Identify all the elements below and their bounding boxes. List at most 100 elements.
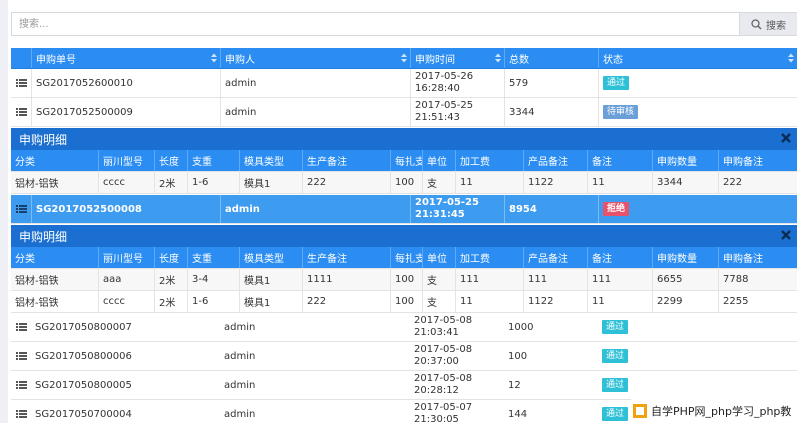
column-header-applicant[interactable]: 申购人 — [220, 48, 410, 68]
detail-cell: 2255 — [718, 291, 797, 312]
watermark-text: 自学PHP网_php学习_php教 — [651, 404, 792, 418]
order-time: 2017-05-08 20:37:00 — [414, 344, 473, 367]
status-badge: 通过 — [602, 320, 629, 334]
order-time: 2017-05-25 21:31:45 — [410, 195, 504, 223]
applicant: admin — [220, 195, 410, 223]
detail-cell: 2米 — [154, 291, 187, 312]
order-total: 8954 — [504, 195, 598, 223]
sort-icon[interactable] — [401, 53, 407, 63]
list-icon[interactable] — [15, 351, 27, 361]
detail-cell: 11 — [455, 172, 523, 193]
detail-cell: 100 — [390, 291, 422, 312]
orders-table-header: 申购单号 申购人 申购时间 总数 状态 — [11, 48, 797, 69]
detail-panel-title: 申购明细 — [11, 225, 797, 247]
order-total: 3344 — [504, 98, 598, 126]
column-header-total[interactable]: 总数 — [504, 48, 598, 68]
list-icon[interactable] — [15, 322, 27, 332]
list-icon[interactable] — [15, 107, 27, 117]
table-row[interactable]: SG2017052600010 admin 2017-05-26 16:28:40… — [11, 69, 797, 98]
detail-column-header: 加工费 — [455, 150, 523, 171]
close-icon[interactable] — [780, 132, 792, 144]
close-icon[interactable] — [780, 229, 792, 241]
detail-column-header: 单位 — [422, 247, 455, 268]
table-row[interactable]: SG2017050800007 admin 2017-05-08 21:03:41 10… — [11, 313, 797, 342]
detail-column-header: 模具类型 — [239, 247, 302, 268]
search-button-label: 搜索 — [766, 20, 786, 32]
sort-icon[interactable] — [788, 53, 794, 63]
list-icon[interactable] — [15, 204, 27, 214]
detail-cell: 7788 — [718, 269, 797, 290]
detail-cell: 11 — [455, 291, 523, 312]
detail-cell: cccc — [98, 172, 154, 193]
detail-column-header: 申购备注 — [718, 247, 797, 268]
list-icon[interactable] — [15, 78, 27, 88]
detail-cell: 100 — [390, 172, 422, 193]
order-id: SG2017052600010 — [31, 69, 220, 97]
detail-column-header: 产品备注 — [523, 247, 587, 268]
detail-cell: 支 — [422, 269, 455, 290]
detail-panel-title: 申购明细 — [11, 128, 797, 150]
order-total: 579 — [504, 69, 598, 97]
list-icon[interactable] — [15, 380, 27, 390]
detail-column-header: 生产备注 — [302, 150, 390, 171]
order-total: 12 — [508, 379, 521, 391]
detail-cell: 100 — [390, 269, 422, 290]
table-row[interactable]: SG2017052500009 admin 2017-05-25 21:51:43… — [11, 98, 797, 127]
detail-table-header: 分类 丽川型号长度支重模具类型生产备注每扎支数单位加工费产品备注备注申购数量申购备… — [11, 247, 797, 269]
detail-cell: cccc — [98, 291, 154, 312]
applicant: admin — [220, 69, 410, 97]
search-bar: 搜索 — [11, 12, 797, 36]
sort-icon[interactable] — [495, 53, 501, 63]
detail-cell: 3-4 — [187, 269, 239, 290]
order-time: 2017-05-26 16:28:40 — [410, 69, 504, 97]
detail-cell: 模具1 — [239, 269, 302, 290]
detail-column-header: 支重 — [187, 247, 239, 268]
detail-column-header: 模具类型 — [239, 150, 302, 171]
table-row[interactable]: SG2017050800005 admin 2017-05-08 20:28:12 12… — [11, 371, 797, 400]
detail-column-header: 长度 — [154, 247, 187, 268]
detail-column-header: 单位 — [422, 150, 455, 171]
detail-row: 铝材-铝铁 cccc 2米 1-6 模具1 222 100 支 11 1122 11 3344 222 — [11, 172, 797, 194]
status-badge: 拒绝 — [603, 202, 630, 216]
detail-cell: 铝材-铝铁 — [15, 276, 59, 287]
detail-column-header: 丽川型号 — [98, 247, 154, 268]
detail-cell: 模具1 — [239, 291, 302, 312]
order-id: SG2017050800006 — [35, 350, 132, 362]
order-total: 1000 — [508, 321, 534, 333]
status-badge: 通过 — [602, 407, 629, 421]
detail-cell: 2米 — [154, 269, 187, 290]
applicant: admin — [224, 379, 256, 391]
detail-cell: 铝材-铝铁 — [15, 179, 59, 190]
column-header-order-no[interactable]: 申购单号 — [31, 48, 220, 68]
detail-row: 铝材-铝铁 aaa 2米 3-4 模具1 1111 100 支 111 111 111 6655 778… — [11, 269, 797, 291]
detail-column-header: 产品备注 — [523, 150, 587, 171]
applicant: admin — [224, 350, 256, 362]
detail-cell: 铝材-铝铁 — [15, 298, 59, 309]
detail-cell: 222 — [302, 172, 390, 193]
order-id: SG2017050700004 — [35, 408, 132, 420]
detail-cell: 222 — [302, 291, 390, 312]
detail-cell: aaa — [98, 269, 154, 290]
detail-cell: 222 — [718, 172, 797, 193]
list-icon[interactable] — [15, 409, 27, 419]
detail-column-header: 分类 — [15, 254, 35, 265]
detail-cell: 1122 — [523, 172, 587, 193]
detail-column-header: 备注 — [587, 247, 652, 268]
order-time: 2017-05-08 20:28:12 — [414, 373, 473, 396]
detail-cell: 11 — [587, 172, 652, 193]
table-row-selected[interactable]: SG2017052500008 admin 2017-05-25 21:31:45… — [11, 195, 797, 224]
status-badge: 通过 — [603, 76, 630, 90]
search-input[interactable] — [12, 13, 738, 35]
column-header-time[interactable]: 申购时间 — [410, 48, 504, 68]
table-row[interactable]: SG2017050800006 admin 2017-05-08 20:37:00 10… — [11, 342, 797, 371]
detail-column-header: 申购数量 — [652, 150, 718, 171]
detail-cell: 模具1 — [239, 172, 302, 193]
detail-cell: 111 — [523, 269, 587, 290]
order-time: 2017-05-25 21:51:43 — [410, 98, 504, 126]
column-header-status[interactable]: 状态 — [598, 48, 797, 68]
sort-icon[interactable] — [211, 53, 217, 63]
search-button[interactable]: 搜索 — [739, 13, 797, 35]
detail-column-header: 生产备注 — [302, 247, 390, 268]
detail-row: 铝材-铝铁 cccc 2米 1-6 模具1 222 100 支 11 1122 11 2299 2255 — [11, 291, 797, 313]
applicant: admin — [220, 98, 410, 126]
